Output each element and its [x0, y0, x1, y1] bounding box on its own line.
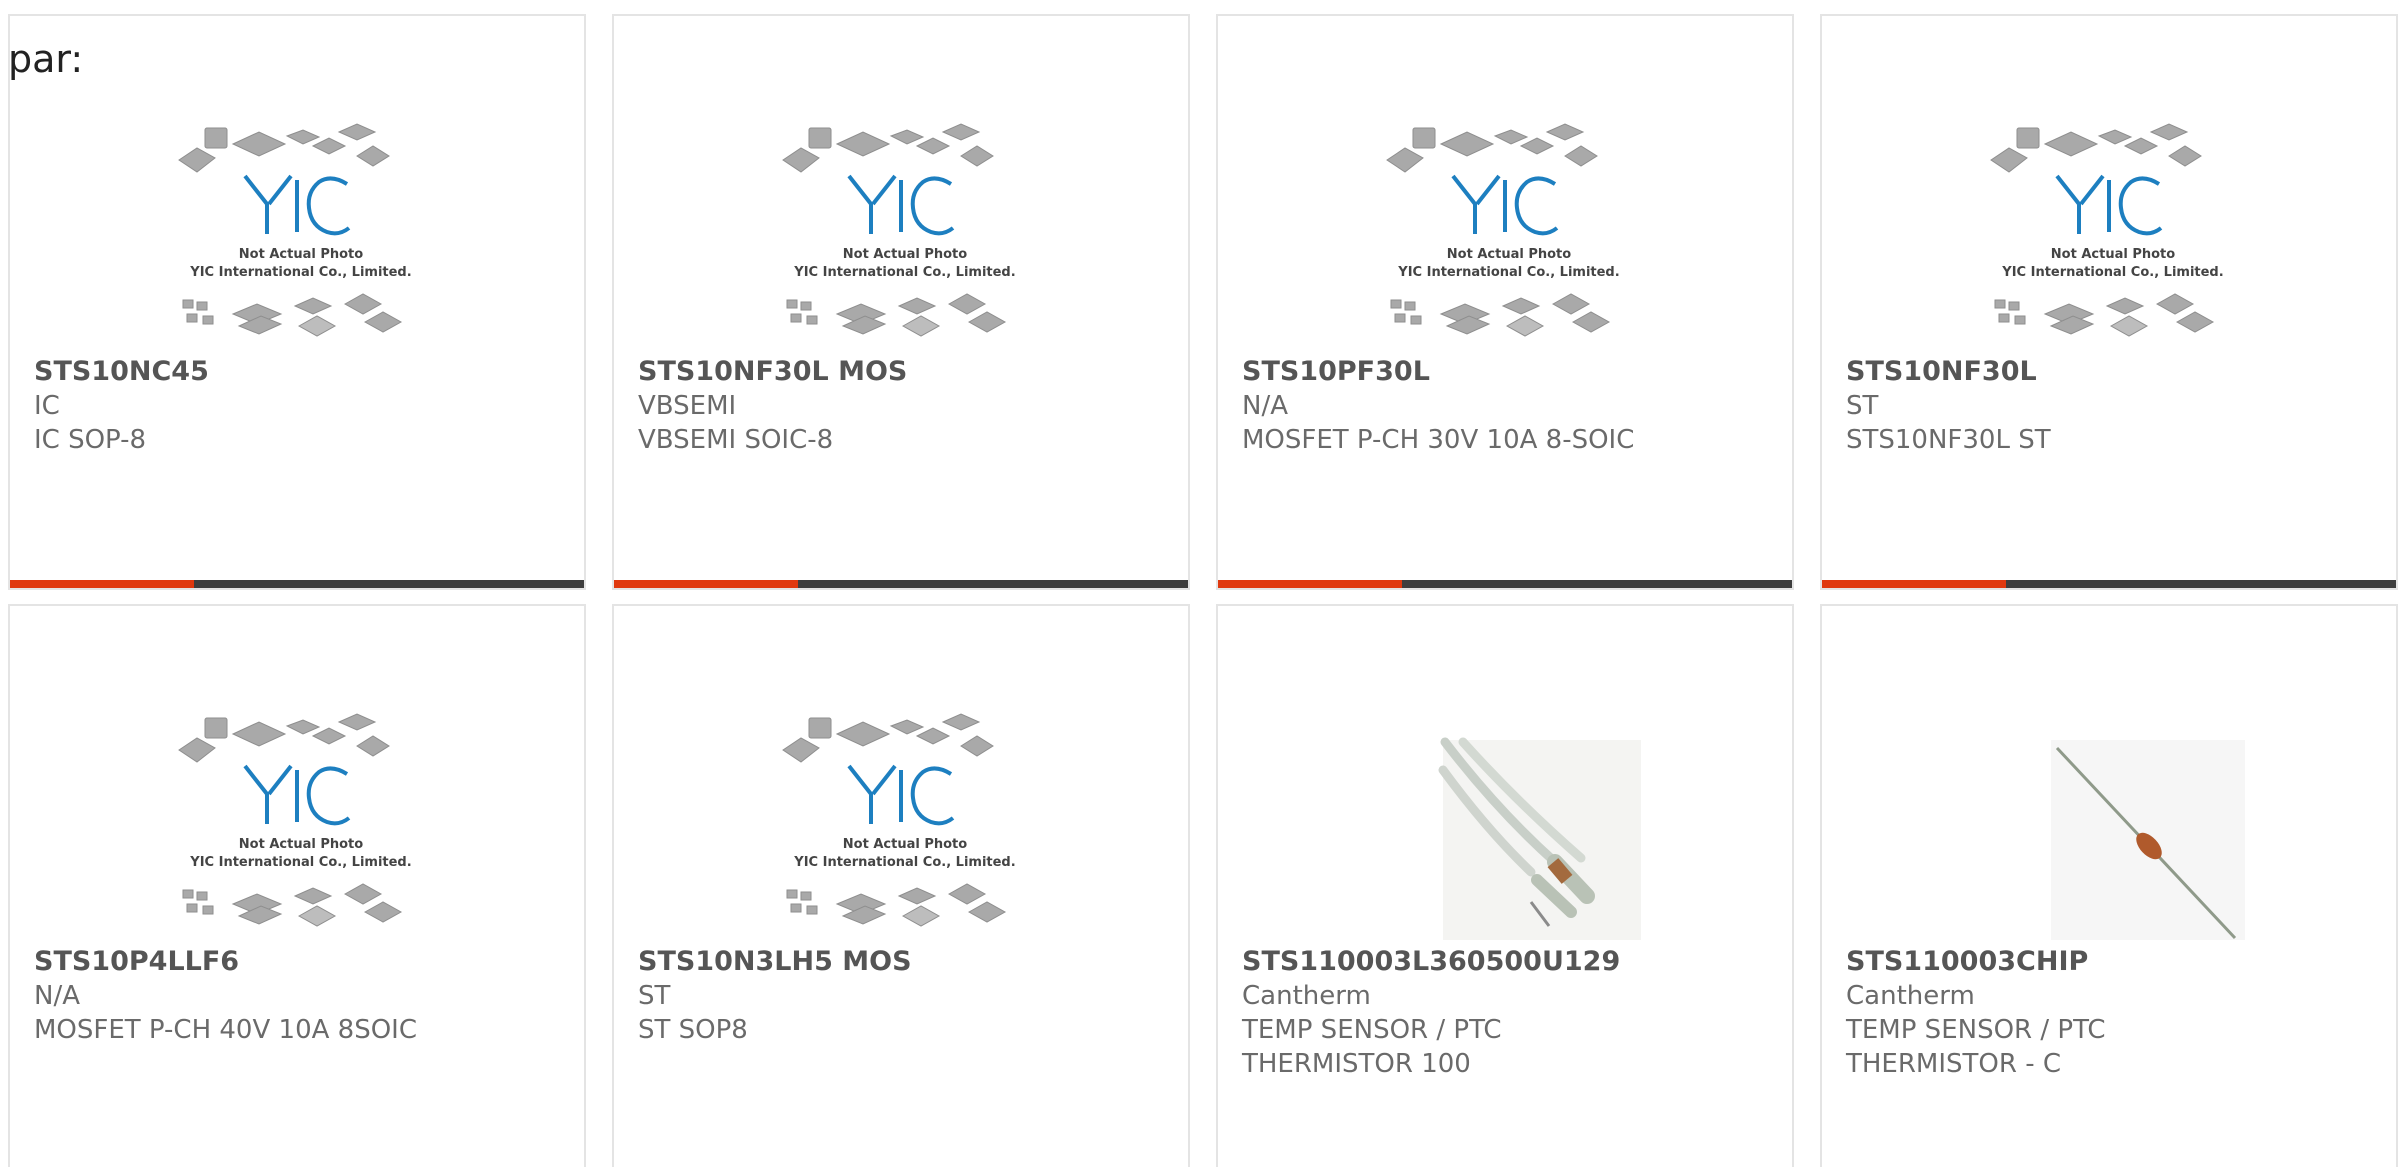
product-placeholder-image[interactable]: Not Actual Photo YIC International Co., …	[773, 690, 1037, 942]
product-info: STS10N3LH5 MOS ST ST SOP8	[638, 945, 1172, 1047]
product-name[interactable]: STS10NF30L	[1846, 355, 2380, 389]
placeholder-line1: Not Actual Photo	[1447, 247, 1571, 262]
product-placeholder-image[interactable]: Not Actual Photo YIC International Co., …	[1377, 100, 1641, 352]
card-bottom-bar	[1822, 580, 2396, 588]
product-placeholder-image[interactable]: Not Actual Photo YIC International Co., …	[773, 100, 1037, 352]
placeholder-line1: Not Actual Photo	[239, 837, 363, 852]
placeholder-line1: Not Actual Photo	[239, 247, 363, 262]
card-bottom-bar	[614, 580, 1188, 588]
product-manufacturer: ST	[1846, 391, 1879, 421]
product-photo[interactable]	[1981, 690, 2245, 942]
placeholder-line2: YIC International Co., Limited.	[793, 265, 1015, 280]
card-bottom-bar	[10, 580, 584, 588]
product-manufacturer: Cantherm	[1846, 981, 1975, 1011]
card-bottom-bar	[1218, 580, 1792, 588]
product-info: STS10P4LLF6 N/A MOSFET P-CH 40V 10A 8SOIC	[34, 945, 568, 1047]
page: par: Not Actual Photo YIC International …	[0, 0, 2400, 1167]
placeholder-line2: YIC International Co., Limited.	[2001, 265, 2223, 280]
product-manufacturer: ST	[638, 981, 671, 1011]
product-description: MOSFET P-CH 30V 10A 8-SOIC	[1242, 425, 1635, 455]
placeholder-line2: YIC International Co., Limited.	[793, 855, 1015, 870]
placeholder-line2: YIC International Co., Limited.	[1397, 265, 1619, 280]
product-card[interactable]: Not Actual Photo YIC International Co., …	[1216, 14, 1794, 590]
product-description: VBSEMI SOIC-8	[638, 425, 834, 455]
card-bottom-bar-accent	[1822, 580, 2006, 588]
product-manufacturer: N/A	[1242, 391, 1288, 421]
placeholder-line2: YIC International Co., Limited.	[189, 855, 411, 870]
product-manufacturer: N/A	[34, 981, 80, 1011]
product-info: STS10NF30L MOS VBSEMI VBSEMI SOIC-8	[638, 355, 1172, 457]
product-info: STS10NC45 IC IC SOP-8	[34, 355, 568, 457]
product-placeholder-image[interactable]: Not Actual Photo YIC International Co., …	[169, 100, 433, 352]
product-card[interactable]: Not Actual Photo YIC International Co., …	[8, 604, 586, 1167]
product-card[interactable]: STS110003CHIP Cantherm TEMP SENSOR / PTC TH…	[1820, 604, 2398, 1167]
product-info: STS10NF30L ST STS10NF30L ST	[1846, 355, 2380, 457]
product-description: MOSFET P-CH 40V 10A 8SOIC	[34, 1015, 417, 1045]
product-card[interactable]: Not Actual Photo YIC International Co., …	[612, 604, 1190, 1167]
product-description-line2: THERMISTOR - C	[1846, 1049, 2062, 1079]
product-placeholder-image[interactable]: Not Actual Photo YIC International Co., …	[1981, 100, 2245, 352]
product-description: IC SOP-8	[34, 425, 147, 455]
product-name[interactable]: STS10PF30L	[1242, 355, 1776, 389]
product-manufacturer: IC	[34, 391, 60, 421]
product-name[interactable]: STS110003CHIP	[1846, 945, 2380, 979]
product-description: TEMP SENSOR / PTC	[1846, 1015, 2106, 1045]
product-description-line2: THERMISTOR 100	[1242, 1049, 1471, 1079]
placeholder-line2: YIC International Co., Limited.	[189, 265, 411, 280]
card-bottom-bar-accent	[1218, 580, 1402, 588]
product-name[interactable]: STS10NC45	[34, 355, 568, 389]
product-name[interactable]: STS10P4LLF6	[34, 945, 568, 979]
product-description: ST SOP8	[638, 1015, 748, 1045]
placeholder-line1: Not Actual Photo	[843, 247, 967, 262]
placeholder-line1: Not Actual Photo	[2051, 247, 2175, 262]
product-info: STS110003CHIP Cantherm TEMP SENSOR / PTC TH…	[1846, 945, 2380, 1081]
product-manufacturer: VBSEMI	[638, 391, 737, 421]
placeholder-line1: Not Actual Photo	[843, 837, 967, 852]
product-card[interactable]: STS110003L360500U129 Cantherm TEMP SENSOR …	[1216, 604, 1794, 1167]
product-description: TEMP SENSOR / PTC	[1242, 1015, 1502, 1045]
product-photo[interactable]	[1377, 690, 1641, 942]
product-grid: Not Actual Photo YIC International Co., …	[8, 14, 2398, 1167]
product-manufacturer: Cantherm	[1242, 981, 1371, 1011]
product-info: STS110003L360500U129 Cantherm TEMP SENSOR …	[1242, 945, 1776, 1081]
prefix-text: par:	[8, 37, 84, 81]
product-card[interactable]: Not Actual Photo YIC International Co., …	[612, 14, 1190, 590]
card-bottom-bar-accent	[10, 580, 194, 588]
product-info: STS10PF30L N/A MOSFET P-CH 30V 10A 8-SOIC	[1242, 355, 1776, 457]
product-name[interactable]: STS10NF30L MOS	[638, 355, 1172, 389]
product-card[interactable]: Not Actual Photo YIC International Co., …	[1820, 14, 2398, 590]
product-name[interactable]: STS110003L360500U129	[1242, 945, 1776, 979]
product-name[interactable]: STS10N3LH5 MOS	[638, 945, 1172, 979]
card-bottom-bar-accent	[614, 580, 798, 588]
product-card[interactable]: Not Actual Photo YIC International Co., …	[8, 14, 586, 590]
product-description: STS10NF30L ST	[1846, 425, 2051, 455]
product-placeholder-image[interactable]: Not Actual Photo YIC International Co., …	[169, 690, 433, 942]
